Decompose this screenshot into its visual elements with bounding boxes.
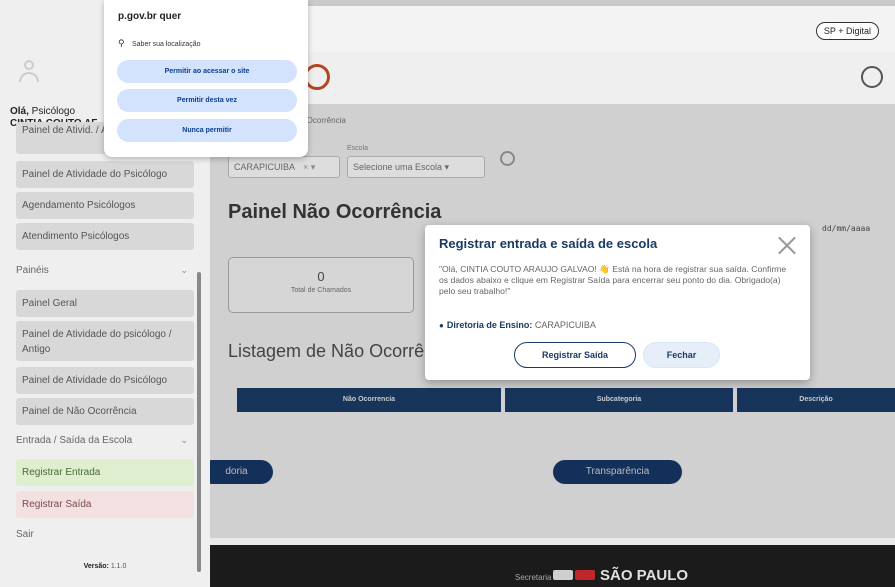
sidebar-item-atendimento[interactable]: Atendimento Psicólogos [16, 223, 194, 250]
sidebar-greeting: Olá, Psicólogo [10, 106, 75, 117]
table-header-descricao[interactable]: Descrição [737, 388, 895, 412]
diretoria-value: CARAPICUIBA [532, 320, 596, 330]
sidebar-item-painel-atividade-psicologo[interactable]: Painel de Atividade do Psicólogo [16, 161, 194, 188]
section-paineis-label: Painéis [16, 265, 49, 276]
chevron-down-icon: ⌄ [180, 435, 188, 445]
allow-once-button[interactable]: Permitir desta vez [117, 89, 297, 112]
greeting-bold: Olá, [10, 106, 29, 117]
diretoria-select[interactable]: CARAPICUIBA × ▾ [228, 156, 340, 178]
modal-title: Registrar entrada e saída de escola [439, 236, 658, 251]
fechar-button[interactable]: Fechar [643, 342, 720, 368]
total-chamados-value: 0 [317, 269, 325, 284]
permission-location-text: Saber sua localização [132, 41, 201, 48]
greeting-role: Psicólogo [28, 106, 76, 117]
transparencia-button[interactable]: Transparência [553, 460, 682, 484]
user-account-icon[interactable] [861, 66, 883, 88]
footer-sao-paulo: SÃO PAULO [600, 567, 689, 584]
sidebar-item-painel-geral[interactable]: Painel Geral [16, 290, 194, 317]
diretoria-select-arrows: × ▾ [303, 162, 316, 172]
sp-flag-icon [553, 570, 595, 580]
version-value: 1.1.0 [108, 563, 127, 570]
allow-on-visit-button[interactable]: Permitir ao acessar o site [117, 60, 297, 83]
diretoria-label: Diretoria de Ensino: [446, 320, 533, 330]
date-input[interactable]: dd/mm/aaaa [822, 220, 895, 238]
permission-origin-title: p.gov.br quer [118, 11, 182, 22]
sidebar-section-paineis[interactable]: Painéis ⌄ [16, 265, 194, 276]
sidebar-scrollbar[interactable] [197, 272, 201, 572]
search-icon[interactable] [500, 151, 515, 166]
avatar-icon [18, 60, 40, 86]
app-version: Versão: 1.1.0 [16, 563, 194, 570]
escola-label: Escola [347, 145, 369, 152]
version-label: Versão: [83, 563, 109, 570]
registrar-saida-modal: Registrar entrada e saída de escola "Olá… [425, 225, 810, 380]
sidebar-item-registrar-saida[interactable]: Registrar Saída [16, 491, 194, 518]
sidebar-section-entrada-saida[interactable]: Entrada / Saída da Escola ⌄ [16, 435, 194, 446]
registrar-saida-button[interactable]: Registrar Saída [514, 342, 636, 368]
diretoria-select-value: CARAPICUIBA [234, 162, 295, 172]
modal-diretoria: ● Diretoria de Ensino: CARAPICUIBA [439, 320, 596, 330]
sidebar-item-registrar-entrada[interactable]: Registrar Entrada [16, 459, 194, 486]
table-header-subcategoria[interactable]: Subcategoria [505, 388, 733, 412]
listagem-title: Listagem de Não Ocorrê [228, 341, 425, 361]
total-chamados-label: Total de Chamados [290, 287, 352, 294]
never-allow-button[interactable]: Nunca permitir [117, 119, 297, 142]
page-title: Painel Não Ocorrência [228, 201, 442, 223]
sidebar-item-painel-atividade-psicologo-antigo[interactable]: Painel de Atividade do psicólogo / Antig… [16, 321, 194, 361]
sidebar-item-agendamento[interactable]: Agendamento Psicólogos [16, 192, 194, 219]
sidebar-item-painel-atividade-psicologo-2[interactable]: Painel de Atividade do Psicólogo [16, 367, 194, 394]
close-icon[interactable] [777, 235, 797, 255]
section-entrada-label: Entrada / Saída da Escola [16, 435, 133, 446]
escola-select[interactable]: Selecione uma Escola ▾ [347, 156, 485, 178]
permission-location-row: ⚲ Saber sua localização [118, 38, 201, 49]
location-dot-icon: ● [439, 321, 444, 330]
modal-message: "Olá, CINTIA COUTO ARAUJO GALVAO! 👋 Está… [439, 264, 787, 296]
location-permission-popup: p.gov.br quer ⚲ Saber sua localização Per… [104, 0, 308, 157]
chevron-down-icon: ⌄ [180, 265, 188, 275]
sidebar-item-painel-nao-ocorrencia[interactable]: Painel de Não Ocorrência [16, 398, 194, 425]
table-header-nao-ocorrencia[interactable]: Não Ocorrencia [237, 388, 501, 412]
total-chamados-card: 0 Total de Chamados [228, 257, 414, 313]
ouvidoria-button[interactable]: doria [200, 460, 273, 484]
sp-digital-link[interactable]: SP + Digital [815, 22, 879, 40]
location-pin-icon: ⚲ [118, 38, 125, 48]
sidebar-item-sair[interactable]: Sair [16, 529, 34, 540]
